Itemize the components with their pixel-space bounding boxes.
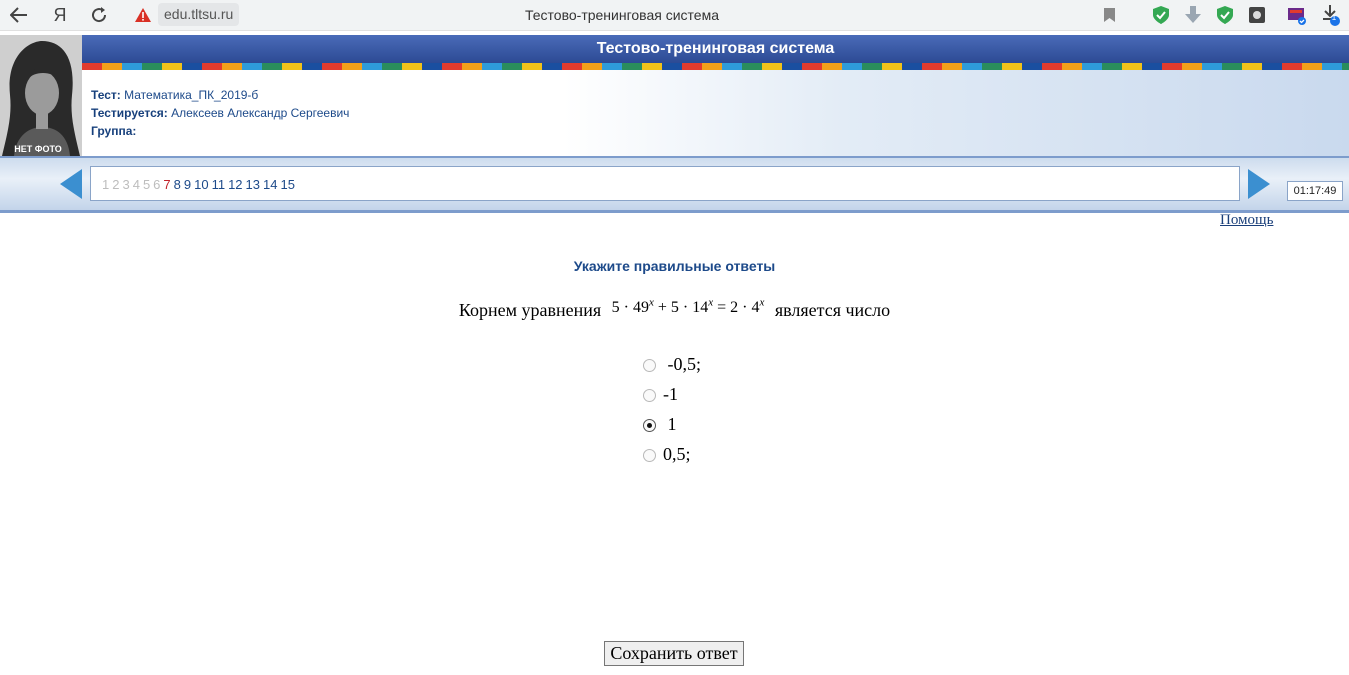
bookmark-icon[interactable] xyxy=(1100,4,1118,26)
previous-arrow-icon[interactable] xyxy=(60,169,82,199)
question-number-13[interactable]: 13 xyxy=(246,177,260,192)
test-name-line: Тест: Математика_ПК_2019-б xyxy=(91,88,258,102)
back-arrow-icon[interactable] xyxy=(8,4,30,26)
system-title: Тестово-тренинговая система xyxy=(82,35,1349,63)
download-count-badge: 1 xyxy=(1331,13,1337,22)
eq-term-1: 5 · 49 xyxy=(611,299,649,316)
downloads-icon[interactable]: 1 xyxy=(1320,4,1342,26)
next-arrow-icon[interactable] xyxy=(1248,169,1270,199)
eq-term-3: 2 · 4 xyxy=(730,299,760,316)
question-number-3[interactable]: 3 xyxy=(122,177,129,192)
group-label: Группа: xyxy=(91,124,137,138)
question-number-14[interactable]: 14 xyxy=(263,177,277,192)
student-value: Алексеев Александр Сергеевич xyxy=(171,106,350,120)
answer-label: 0,5; xyxy=(663,444,691,464)
no-photo-caption: НЕТ ФОТО xyxy=(14,144,62,154)
question-number-6[interactable]: 6 xyxy=(153,177,160,192)
question-number-5[interactable]: 5 xyxy=(143,177,150,192)
eq-exp-3: x xyxy=(759,296,765,309)
save-answer-button[interactable]: Сохранить ответ xyxy=(604,641,744,666)
question-number-strip: 1 2 3 4 5 6 7 8 9 10 11 12 13 14 15 xyxy=(90,166,1240,201)
question-number-7[interactable]: 7 xyxy=(163,177,170,192)
question-number-11[interactable]: 11 xyxy=(212,177,226,192)
eq-op-2: = xyxy=(713,299,731,316)
group-line: Группа: xyxy=(91,124,136,138)
question-prefix: Корнем уравнения xyxy=(458,300,602,320)
question-number-15[interactable]: 15 xyxy=(280,177,294,192)
answer-radio[interactable] xyxy=(643,449,656,462)
eq-term-2: 5 · 14 xyxy=(670,299,709,316)
instruction-text: Укажите правильные ответы xyxy=(573,258,776,274)
question-navigation-bar: 1 2 3 4 5 6 7 8 9 10 11 12 13 14 15 01:17:49 xyxy=(0,156,1349,213)
answer-label: 1 xyxy=(663,414,677,434)
answer-label: -1 xyxy=(663,384,678,404)
question-number-2[interactable]: 2 xyxy=(112,177,119,192)
security-warning-icon[interactable] xyxy=(132,4,154,26)
question-number-10[interactable]: 10 xyxy=(194,177,208,192)
browser-page-title: Тестово-тренинговая система xyxy=(525,7,719,23)
question-number-list: 1 2 3 4 5 6 7 8 9 10 11 12 13 14 15 xyxy=(102,177,298,192)
decorative-stripe xyxy=(82,63,1349,70)
question-number-1[interactable]: 1 xyxy=(102,177,109,192)
download-arrow-extension-icon[interactable] xyxy=(1182,4,1204,26)
eq-op-1: + xyxy=(653,299,671,316)
student-label: Тестируется: xyxy=(91,106,168,120)
timer: 01:17:49 xyxy=(1287,181,1343,201)
avatar-silhouette-icon xyxy=(0,35,82,156)
reload-icon[interactable] xyxy=(88,4,110,26)
media-extension-icon[interactable] xyxy=(1286,4,1308,26)
question-number-8[interactable]: 8 xyxy=(174,177,181,192)
yandex-logo-icon[interactable]: Я xyxy=(50,4,70,26)
shield-check-extension-icon[interactable] xyxy=(1214,4,1236,26)
test-info-panel: Тест: Математика_ПК_2019-б Тестируется: … xyxy=(82,70,1349,156)
answer-radio[interactable] xyxy=(643,419,656,432)
address-bar[interactable]: edu.tltsu.ru xyxy=(158,3,240,26)
answer-radio[interactable] xyxy=(643,389,656,402)
equation: 5 · 49x + 5 · 14x = 2 · 4x xyxy=(611,296,765,316)
question-number-9[interactable]: 9 xyxy=(184,177,191,192)
browser-toolbar: Я edu.tltsu.ru Тестово-тренинговая систе… xyxy=(0,0,1349,31)
student-line: Тестируется: Алексеев Александр Сергееви… xyxy=(91,106,349,120)
puzzle-extension-icon[interactable] xyxy=(1246,4,1268,26)
help-link[interactable]: Помощь xyxy=(1220,212,1273,229)
answer-label: -0,5; xyxy=(663,354,702,374)
question-text: Корнем уравнения 5 · 49x + 5 · 14x = 2 ·… xyxy=(0,296,1349,321)
shield-extension-icon[interactable] xyxy=(1150,4,1172,26)
user-photo: НЕТ ФОТО xyxy=(0,35,82,156)
answer-radio[interactable] xyxy=(643,359,656,372)
question-suffix: является число xyxy=(774,300,891,320)
question-number-4[interactable]: 4 xyxy=(133,177,140,192)
test-label: Тест: xyxy=(91,88,121,102)
test-value: Математика_ПК_2019-б xyxy=(124,88,259,102)
question-number-12[interactable]: 12 xyxy=(228,177,242,192)
